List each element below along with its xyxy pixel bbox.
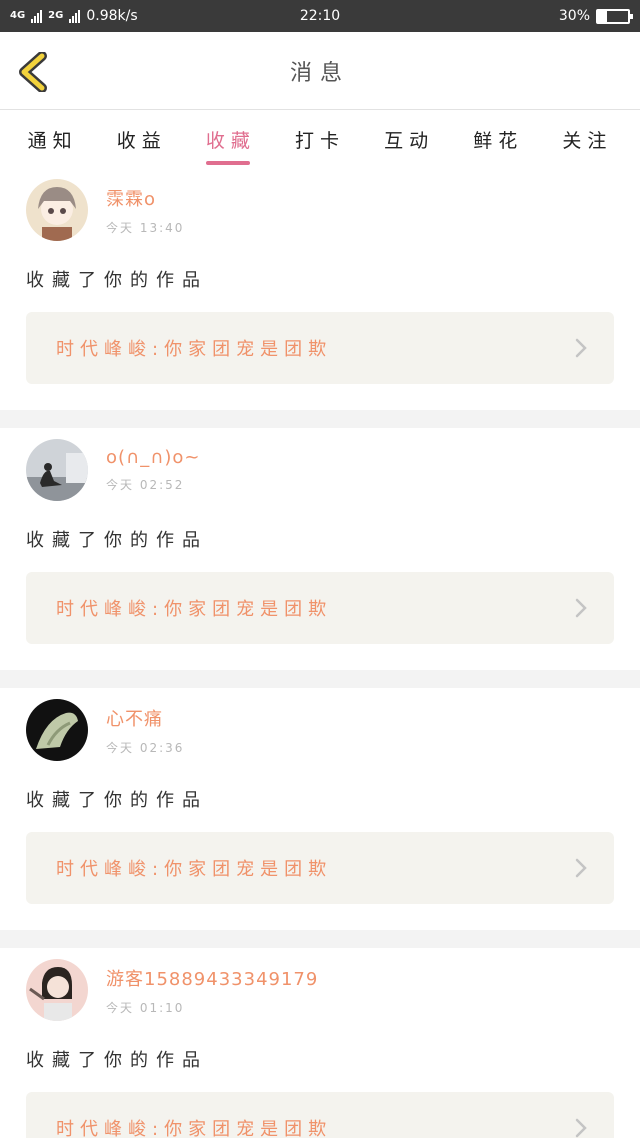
tab-bar: 通知 收益 收藏 打卡 互动 鲜花 关注 bbox=[0, 110, 640, 168]
work-link[interactable]: 时代峰峻:你家团宠是团欺 bbox=[26, 312, 614, 384]
avatar[interactable] bbox=[26, 439, 88, 501]
chevron-left-icon bbox=[19, 51, 47, 93]
tab-checkin[interactable]: 打卡 bbox=[293, 120, 347, 159]
battery-icon bbox=[596, 8, 633, 24]
avatar[interactable] bbox=[26, 959, 88, 1021]
tab-following[interactable]: 关注 bbox=[560, 120, 614, 159]
chevron-right-icon bbox=[575, 1118, 587, 1138]
page-title: 消息 bbox=[289, 60, 350, 86]
message-card: 霂霖o 今天 13:40 收藏了你的作品 时代峰峻:你家团宠是团欺 bbox=[0, 168, 640, 410]
chevron-right-icon bbox=[575, 858, 587, 878]
network-4g-label: 4G bbox=[10, 10, 26, 21]
work-link[interactable]: 时代峰峻:你家团宠是团欺 bbox=[26, 1092, 614, 1138]
battery-percent: 30% bbox=[558, 8, 590, 24]
status-bar: 4G 2G 0.98k/s 22:10 30% bbox=[0, 0, 640, 32]
back-button[interactable] bbox=[16, 51, 52, 93]
work-title: 时代峰峻:你家团宠是团欺 bbox=[56, 1119, 333, 1138]
avatar[interactable] bbox=[26, 699, 88, 761]
message-list: 霂霖o 今天 13:40 收藏了你的作品 时代峰峻:你家团宠是团欺 o(∩_∩)… bbox=[0, 168, 640, 1138]
status-left: 4G 2G 0.98k/s bbox=[10, 8, 138, 24]
action-text: 收藏了你的作品 bbox=[26, 270, 208, 291]
username[interactable]: 心不痛 bbox=[106, 705, 184, 731]
action-text: 收藏了你的作品 bbox=[26, 790, 208, 811]
tab-favorites[interactable]: 收藏 bbox=[204, 120, 258, 165]
network-speed: 0.98k/s bbox=[86, 8, 138, 24]
work-title: 时代峰峻:你家团宠是团欺 bbox=[56, 859, 333, 880]
user-row: o(∩_∩)o~ 今天 02:52 bbox=[26, 438, 614, 502]
user-info: 霂霖o 今天 13:40 bbox=[106, 185, 184, 236]
work-link[interactable]: 时代峰峻:你家团宠是团欺 bbox=[26, 572, 614, 644]
action-text: 收藏了你的作品 bbox=[26, 1050, 208, 1071]
action-text: 收藏了你的作品 bbox=[26, 530, 208, 551]
header: 消息 bbox=[0, 32, 640, 110]
status-right: 30% bbox=[558, 8, 633, 24]
network-2g-label: 2G bbox=[48, 10, 64, 21]
user-info: o(∩_∩)o~ 今天 02:52 bbox=[106, 447, 201, 493]
timestamp: 今天 02:52 bbox=[106, 478, 185, 492]
user-row: 心不痛 今天 02:36 bbox=[26, 698, 614, 762]
signal-icon bbox=[31, 9, 43, 23]
tab-earnings[interactable]: 收益 bbox=[115, 120, 169, 159]
username[interactable]: 霂霖o bbox=[106, 185, 184, 211]
tab-notifications[interactable]: 通知 bbox=[26, 120, 80, 159]
message-card: 心不痛 今天 02:36 收藏了你的作品 时代峰峻:你家团宠是团欺 bbox=[0, 688, 640, 930]
timestamp: 今天 13:40 bbox=[106, 220, 185, 235]
signal-icon-2 bbox=[69, 9, 81, 23]
tab-interactions[interactable]: 互动 bbox=[382, 120, 436, 159]
timestamp: 今天 02:36 bbox=[106, 740, 185, 755]
user-info: 心不痛 今天 02:36 bbox=[106, 705, 184, 756]
user-info: 游客15889433349179 今天 01:10 bbox=[106, 965, 318, 1016]
work-link[interactable]: 时代峰峻:你家团宠是团欺 bbox=[26, 832, 614, 904]
user-row: 霂霖o 今天 13:40 bbox=[26, 178, 614, 242]
tab-flowers[interactable]: 鲜花 bbox=[471, 120, 525, 159]
username[interactable]: o(∩_∩)o~ bbox=[106, 447, 201, 468]
timestamp: 今天 01:10 bbox=[106, 1000, 185, 1015]
message-card: 游客15889433349179 今天 01:10 收藏了你的作品 时代峰峻:你… bbox=[0, 948, 640, 1138]
chevron-right-icon bbox=[575, 338, 587, 358]
user-row: 游客15889433349179 今天 01:10 bbox=[26, 958, 614, 1022]
username[interactable]: 游客15889433349179 bbox=[106, 965, 318, 991]
work-title: 时代峰峻:你家团宠是团欺 bbox=[56, 339, 333, 360]
message-card: o(∩_∩)o~ 今天 02:52 收藏了你的作品 时代峰峻:你家团宠是团欺 bbox=[0, 428, 640, 670]
avatar[interactable] bbox=[26, 179, 88, 241]
work-title: 时代峰峻:你家团宠是团欺 bbox=[56, 599, 333, 620]
chevron-right-icon bbox=[575, 598, 587, 618]
